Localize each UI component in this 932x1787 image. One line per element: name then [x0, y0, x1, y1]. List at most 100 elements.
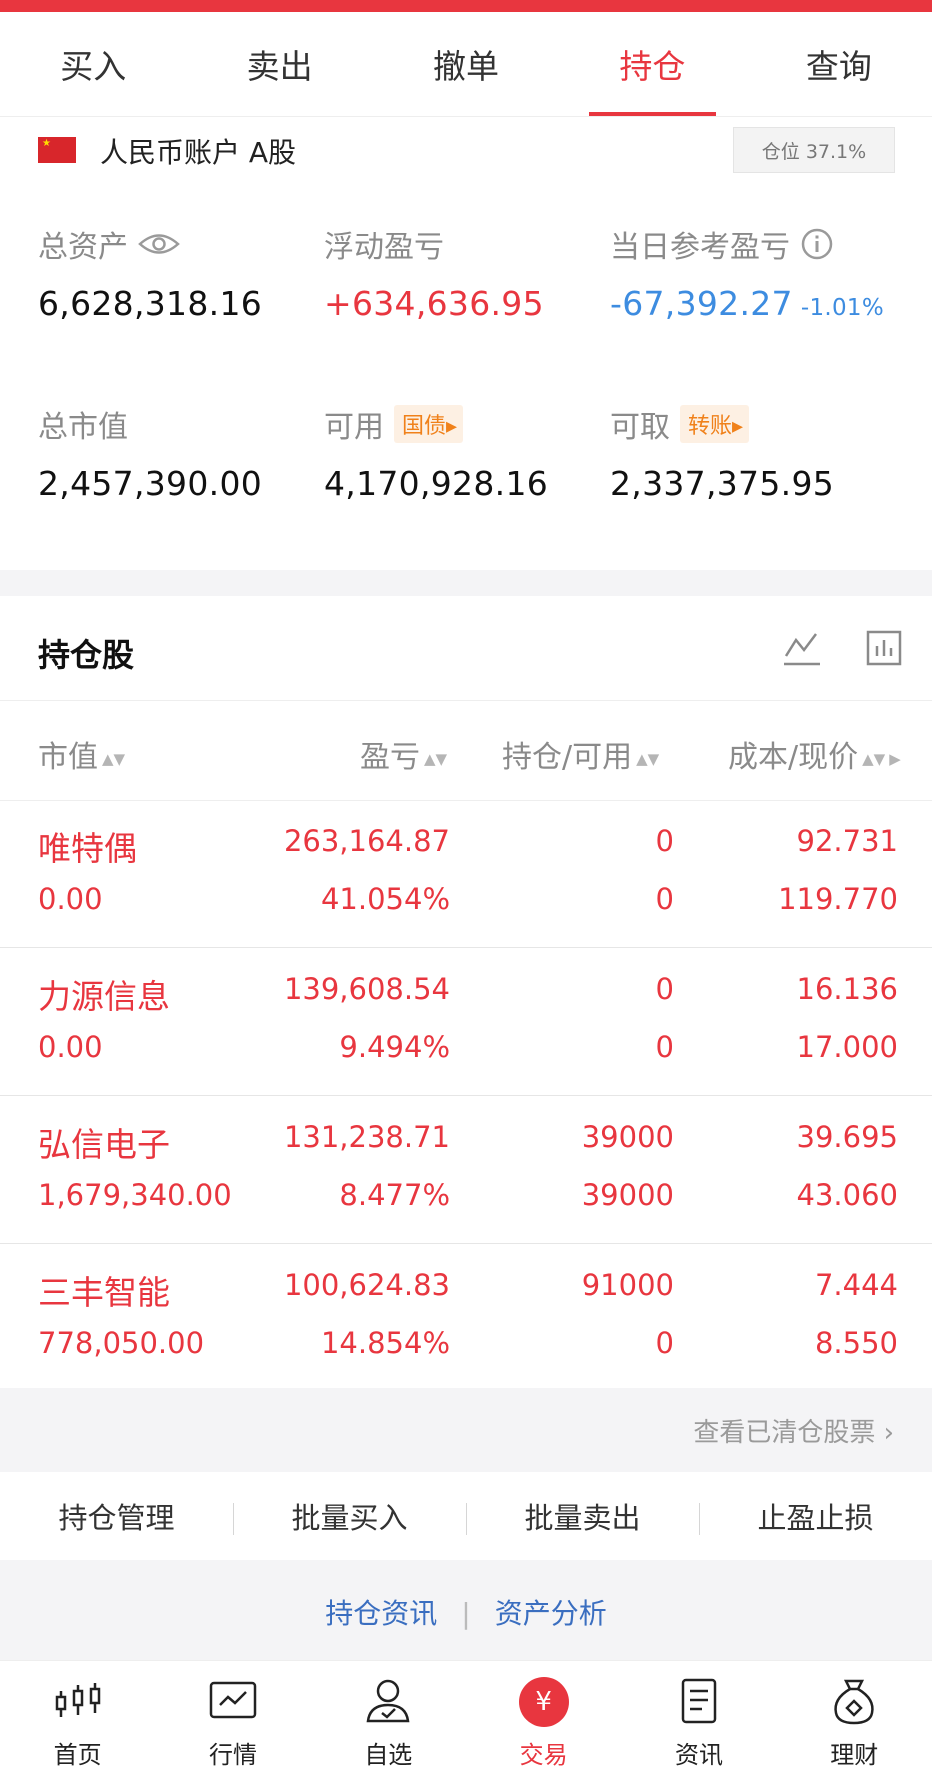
- col-market-value-label: 市值: [38, 740, 98, 775]
- stock-cost: 92.731: [796, 824, 898, 858]
- nav-market-label: 行情: [208, 1741, 257, 1769]
- stock-pl-percent: 14.854%: [320, 1326, 450, 1360]
- stock-market-value: 0.00: [38, 1030, 103, 1064]
- tab-query[interactable]: 查询: [746, 12, 932, 116]
- transfer-chip[interactable]: 转账▸: [680, 405, 750, 443]
- stock-pl-percent: 9.494%: [339, 1030, 450, 1064]
- stock-hold: 39000: [581, 1120, 674, 1154]
- view-cleared-stocks-label: 查看已清仓股票: [693, 1418, 876, 1448]
- floating-pl-block: 浮动盈亏 +634,636.95: [324, 222, 544, 323]
- manage-holdings-button[interactable]: 持仓管理: [0, 1495, 233, 1537]
- floating-pl-value: +634,636.95: [324, 284, 544, 323]
- nav-trade[interactable]: ¥ 交易: [466, 1661, 621, 1787]
- account-name[interactable]: 人民币账户 A股: [100, 131, 296, 171]
- nav-watchlist[interactable]: 自选: [311, 1661, 466, 1787]
- market-value-value: 2,457,390.00: [38, 464, 263, 503]
- money-bag-icon: [834, 1679, 874, 1725]
- stock-price: 119.770: [778, 882, 898, 916]
- holding-row[interactable]: 力源信息 0.00 139,608.54 9.494% 0 0 16.136 1…: [0, 948, 932, 1096]
- section-divider: [0, 570, 932, 596]
- withdrawable-value: 2,337,375.95: [610, 464, 835, 503]
- nav-home[interactable]: 首页: [0, 1661, 155, 1787]
- total-assets-value: 6,628,318.16: [38, 284, 263, 323]
- holding-actions: 持仓管理 批量买入 批量卖出 止盈止损: [0, 1472, 932, 1560]
- stock-price: 8.550: [814, 1326, 898, 1360]
- nav-home-label: 首页: [53, 1741, 102, 1769]
- market-value-label: 总市值: [38, 410, 128, 445]
- batch-sell-button[interactable]: 批量卖出: [466, 1495, 699, 1537]
- col-hold-available-label: 持仓/可用: [502, 740, 633, 775]
- stock-hold: 91000: [581, 1268, 674, 1302]
- nav-watchlist-label: 自选: [364, 1741, 413, 1769]
- treasury-bond-chip-label: 国债: [402, 414, 447, 439]
- cleared-stocks-band: 查看已清仓股票 ›: [0, 1388, 932, 1472]
- eye-icon[interactable]: [138, 231, 180, 257]
- sort-icon: ▲▼: [862, 749, 886, 768]
- stock-pl: 100,624.83: [283, 1268, 450, 1302]
- holding-row[interactable]: 三丰智能 778,050.00 100,624.83 14.854% 91000…: [0, 1244, 932, 1391]
- chart-line-icon: [209, 1681, 257, 1719]
- stock-cost: 16.136: [796, 972, 898, 1006]
- total-assets-label: 总资产: [38, 230, 128, 265]
- holding-news-link[interactable]: 持仓资讯: [325, 1597, 437, 1630]
- stock-available: 0: [655, 1030, 674, 1064]
- holding-row[interactable]: 弘信电子 1,679,340.00 131,238.71 8.477% 3900…: [0, 1096, 932, 1244]
- daily-pl-amount: -67,392.27: [610, 284, 793, 323]
- holdings-header: 持仓股: [0, 596, 932, 701]
- trade-tabs: 买入 卖出 撤单 持仓 查询: [0, 12, 932, 117]
- withdrawable-block: 可取 转账▸ 2,337,375.95: [610, 402, 834, 503]
- nav-wealth[interactable]: 理财: [777, 1661, 932, 1787]
- withdrawable-label: 可取: [610, 410, 670, 445]
- available-value: 4,170,928.16: [324, 464, 549, 503]
- daily-pl-label: 当日参考盈亏: [610, 230, 790, 265]
- position-ratio-badge: 仓位 37.1%: [733, 127, 895, 173]
- stock-pl: 139,608.54: [283, 972, 450, 1006]
- document-icon: [681, 1678, 717, 1724]
- holdings-column-headers: 市值 ▲▼ 盈亏 ▲▼ 持仓/可用 ▲▼ 成本/现价 ▲▼ ▶: [0, 700, 932, 801]
- stock-hold: 0: [655, 972, 674, 1006]
- stop-profit-loss-button[interactable]: 止盈止损: [699, 1495, 932, 1537]
- stock-cost: 7.444: [814, 1268, 898, 1302]
- yen-icon: ¥: [518, 1677, 569, 1727]
- asset-analysis-link[interactable]: 资产分析: [495, 1597, 607, 1630]
- batch-buy-button[interactable]: 批量买入: [233, 1495, 466, 1537]
- view-cleared-stocks-link[interactable]: 查看已清仓股票 ›: [693, 1412, 894, 1449]
- tab-buy[interactable]: 买入: [0, 12, 186, 116]
- tab-sell[interactable]: 卖出: [186, 12, 372, 116]
- stock-price: 17.000: [796, 1030, 898, 1064]
- stock-available: 0: [655, 1326, 674, 1360]
- stock-available: 0: [655, 882, 674, 916]
- stock-hold: 0: [655, 824, 674, 858]
- stock-pl-percent: 41.054%: [320, 882, 450, 916]
- col-market-value[interactable]: 市值 ▲▼: [38, 732, 125, 776]
- nav-wealth-label: 理财: [830, 1741, 879, 1769]
- trend-chart-icon[interactable]: [780, 626, 824, 670]
- chevron-right-icon: ›: [883, 1418, 894, 1448]
- holding-row[interactable]: 唯特偶 0.00 263,164.87 41.054% 0 0 92.731 1…: [0, 800, 932, 948]
- sort-icon: ▲▼: [102, 749, 126, 768]
- daily-pl-block: 当日参考盈亏 -67,392.27 -1.01%: [610, 222, 884, 323]
- col-profit-loss[interactable]: 盈亏 ▲▼: [360, 732, 447, 776]
- candlestick-icon: [55, 1683, 100, 1717]
- nav-news-label: 资讯: [674, 1741, 723, 1769]
- stock-pl: 263,164.87: [283, 824, 450, 858]
- tab-cancel[interactable]: 撤单: [373, 12, 559, 116]
- daily-pl-value: -67,392.27 -1.01%: [610, 284, 884, 323]
- tab-holdings[interactable]: 持仓: [559, 12, 745, 116]
- col-cost-price[interactable]: 成本/现价 ▲▼ ▶: [728, 732, 901, 776]
- top-accent-bar: [0, 0, 932, 12]
- col-hold-available[interactable]: 持仓/可用 ▲▼: [502, 732, 659, 776]
- info-icon[interactable]: [800, 227, 834, 261]
- stock-market-value: 0.00: [38, 882, 103, 916]
- stock-name: 唯特偶: [38, 829, 137, 868]
- available-block: 可用 国债▸ 4,170,928.16: [324, 402, 548, 503]
- nav-market[interactable]: 行情: [155, 1661, 310, 1787]
- nav-news[interactable]: 资讯: [621, 1661, 776, 1787]
- treasury-bond-chip[interactable]: 国债▸: [394, 405, 464, 443]
- floating-pl-label: 浮动盈亏: [324, 230, 444, 265]
- bar-chart-icon[interactable]: [862, 626, 906, 670]
- daily-pl-percent: -1.01%: [800, 295, 885, 321]
- account-bar: ★ 人民币账户 A股 仓位 37.1%: [0, 117, 932, 183]
- triangle-right-icon: ▸: [732, 414, 744, 439]
- col-profit-loss-label: 盈亏: [360, 740, 420, 775]
